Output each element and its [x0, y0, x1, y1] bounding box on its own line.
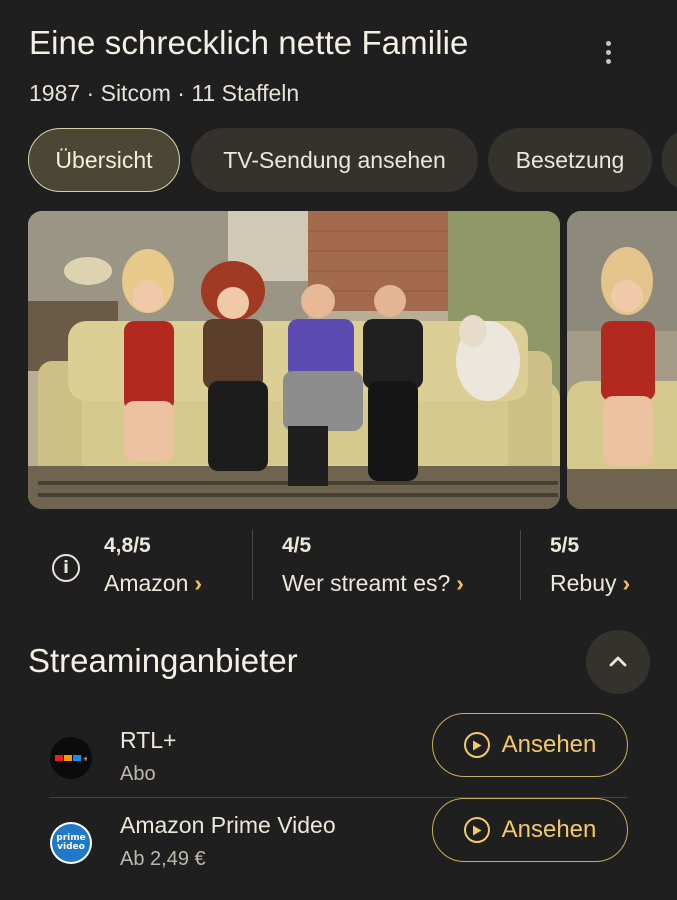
rating-score: 5/5	[550, 534, 580, 557]
provider-detail: Abo	[120, 763, 156, 785]
provider-prime-video[interactable]: prime video Amazon Prime Video Ab 2,49 €…	[28, 798, 648, 896]
page-title: Eine schrecklich nette Familie	[29, 24, 469, 61]
rating-score: 4/5	[282, 534, 312, 557]
tab-more[interactable]	[662, 128, 677, 192]
tab-overview[interactable]: Übersicht	[28, 128, 180, 192]
tab-bar: Übersicht TV-Sendung ansehen Besetzung	[28, 128, 677, 192]
chevron-up-icon[interactable]	[586, 630, 650, 694]
play-icon	[463, 817, 490, 843]
show-subtitle: 1987 · Sitcom · 11 Staffeln	[29, 80, 300, 106]
tab-watch-show[interactable]: TV-Sendung ansehen	[191, 128, 478, 192]
svg-text:+: +	[83, 755, 87, 763]
provider-detail: Ab 2,49 €	[120, 848, 206, 870]
rating-score: 4,8/5	[104, 534, 151, 557]
info-icon[interactable]: i	[52, 554, 80, 582]
rating-source: Amazon	[104, 570, 189, 596]
rtl-plus-logo: +	[50, 737, 92, 779]
rating-amazon[interactable]: 4,8/5 Amazon ›	[104, 530, 202, 597]
cast-photo-2[interactable]	[567, 211, 677, 509]
watch-button[interactable]: Ansehen	[432, 798, 628, 862]
ratings-row: i 4,8/5 Amazon › 4/5 Wer streamt es? › 5/5…	[28, 530, 677, 602]
play-icon	[463, 732, 490, 758]
rating-rebuy[interactable]: 5/5 Rebuy ›	[550, 530, 630, 597]
image-gallery[interactable]	[28, 211, 677, 509]
provider-name: Amazon Prime Video	[120, 812, 336, 838]
more-vert-icon[interactable]	[592, 36, 624, 68]
watch-button[interactable]: Ansehen	[432, 713, 628, 777]
watch-label: Ansehen	[501, 816, 597, 843]
provider-name: RTL+	[120, 727, 177, 753]
divider	[252, 530, 253, 600]
rating-source: Wer streamt es?	[282, 570, 451, 596]
cast-photo[interactable]	[28, 211, 560, 509]
rating-wer-streamt-es[interactable]: 4/5 Wer streamt es? ›	[282, 530, 464, 597]
chevron-right-icon: ›	[456, 570, 464, 596]
section-title: Streaminganbieter	[28, 642, 298, 679]
rating-source: Rebuy	[550, 570, 617, 596]
chevron-right-icon: ›	[622, 570, 631, 596]
watch-label: Ansehen	[501, 731, 597, 758]
tab-cast[interactable]: Besetzung	[488, 128, 652, 192]
chevron-right-icon: ›	[194, 570, 203, 596]
divider	[520, 530, 521, 600]
prime-video-logo: prime video	[50, 822, 92, 864]
